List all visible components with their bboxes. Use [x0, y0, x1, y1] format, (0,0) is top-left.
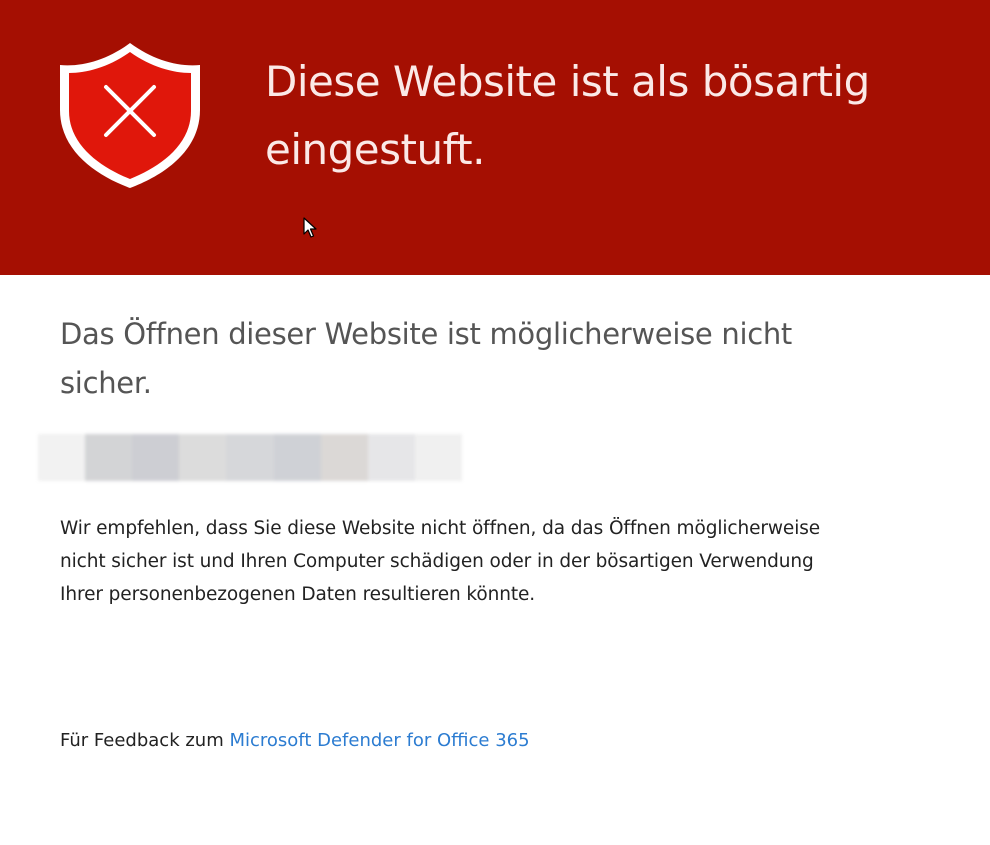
feedback-line: Für Feedback zum Microsoft Defender for … [60, 727, 530, 755]
shield-x-icon [60, 43, 200, 188]
warning-banner: Diese Website ist als bösartig eingestuf… [0, 0, 990, 275]
feedback-prefix: Für Feedback zum [60, 730, 224, 751]
redacted-url [38, 434, 462, 481]
warning-description: Wir empfehlen, dass Sie diese Website ni… [60, 518, 821, 605]
mouse-cursor-icon [303, 217, 317, 238]
warning-page: Diese Website ist als bösartig eingestuf… [0, 0, 990, 845]
page-title: Diese Website ist als bösartig eingestuf… [265, 57, 870, 174]
defender-feedback-link[interactable]: Microsoft Defender for Office 365 [229, 730, 529, 751]
warning-subtitle: Das Öffnen dieser Website ist möglicherw… [60, 317, 792, 400]
